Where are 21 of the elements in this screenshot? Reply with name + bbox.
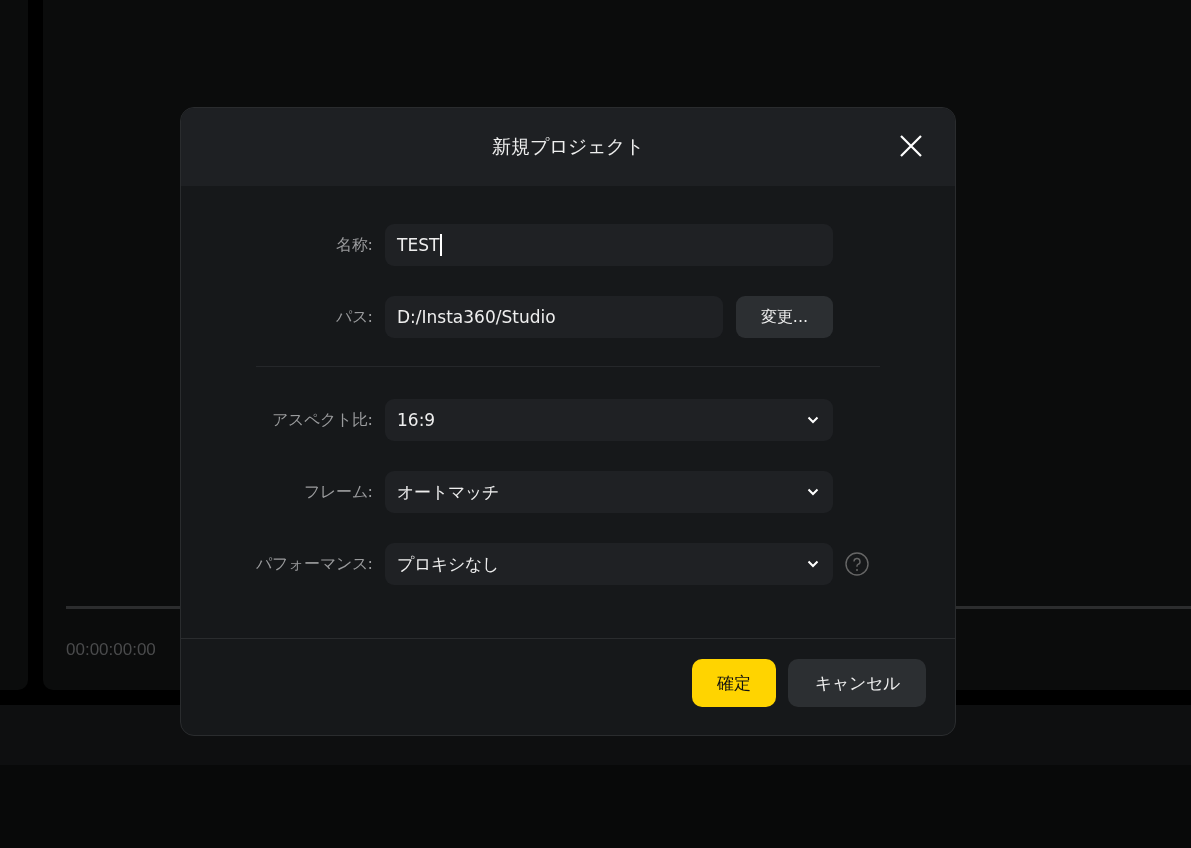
dialog-title: 新規プロジェクト — [492, 134, 644, 159]
confirm-button[interactable]: 確定 — [692, 659, 776, 707]
chevron-down-icon — [807, 560, 819, 568]
field-label: パス: — [334, 306, 374, 328]
help-icon[interactable] — [845, 552, 869, 576]
field-label: フレーム: — [302, 481, 374, 503]
close-icon[interactable] — [900, 135, 922, 157]
dropdown[interactable]: 16:9 — [385, 399, 833, 441]
field-label: アスペクト比: — [270, 409, 374, 431]
input-value: TEST — [397, 235, 440, 255]
change-button[interactable]: 変更... — [736, 296, 833, 338]
dropdown[interactable]: オートマッチ — [385, 471, 833, 513]
timecode: 00:00:00:00 — [66, 639, 156, 660]
dropdown[interactable]: プロキシなし — [385, 543, 833, 585]
chevron-down-icon — [807, 488, 819, 496]
field-label: 名称: — [334, 234, 374, 256]
cancel-button[interactable]: キャンセル — [788, 659, 926, 707]
chevron-down-icon — [807, 416, 819, 424]
name-input[interactable]: TEST — [385, 224, 833, 266]
path-input[interactable]: D:/Insta360/Studio — [385, 296, 723, 338]
field-label: パフォーマンス: — [254, 553, 374, 575]
